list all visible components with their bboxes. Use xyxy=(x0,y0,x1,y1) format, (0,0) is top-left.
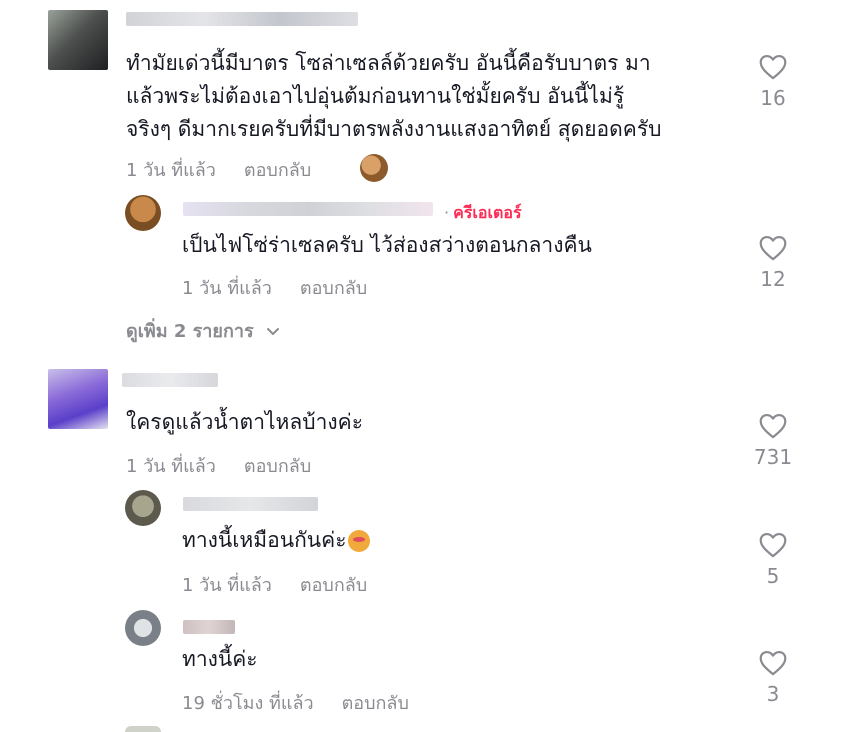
crying-face-icon xyxy=(348,530,371,552)
username[interactable] xyxy=(126,12,358,26)
timestamp: 1 วัน ที่แล้ว xyxy=(182,575,272,596)
timestamp: 1 วัน ที่แล้ว xyxy=(126,456,216,477)
like-button[interactable]: 731 xyxy=(753,412,793,469)
reply-text: ทางนี้เหมือนกันค่ะ xyxy=(182,524,371,557)
avatar[interactable] xyxy=(125,610,161,646)
avatar[interactable] xyxy=(125,195,161,231)
avatar[interactable] xyxy=(48,10,108,70)
creator-badge: · ครีเอเตอร์ xyxy=(444,203,522,222)
timestamp: 1 วัน ที่แล้ว xyxy=(182,278,272,299)
reply-text-content: ทางนี้เหมือนกันค่ะ xyxy=(182,528,347,552)
like-button[interactable]: 16 xyxy=(753,53,793,110)
reply-meta: 1 วัน ที่แล้ว ตอบกลับ xyxy=(182,570,395,599)
username[interactable] xyxy=(183,497,318,511)
heart-icon xyxy=(759,54,787,80)
heart-icon xyxy=(759,532,787,558)
like-button[interactable]: 5 xyxy=(753,531,793,588)
like-count: 5 xyxy=(766,564,780,588)
like-count: 731 xyxy=(753,445,793,469)
heart-icon xyxy=(759,650,787,676)
username[interactable] xyxy=(183,202,433,216)
reply-text: ทางนี้ค่ะ xyxy=(182,647,258,671)
reply-meta: 19 ชั่วโมง ที่แล้ว ตอบกลับ xyxy=(182,688,437,717)
comment-meta: 1 วัน ที่แล้ว ตอบกลับ xyxy=(126,155,339,184)
timestamp: 19 ชั่วโมง ที่แล้ว xyxy=(182,693,314,714)
sticker-icon xyxy=(360,154,388,182)
avatar[interactable] xyxy=(125,726,161,732)
reply-button[interactable]: ตอบกลับ xyxy=(244,456,311,477)
view-more-replies-button[interactable]: ดูเพิ่ม 2 รายการ xyxy=(126,316,280,345)
comment-meta: 1 วัน ที่แล้ว ตอบกลับ xyxy=(126,451,339,480)
reply-button[interactable]: ตอบกลับ xyxy=(300,575,367,596)
username[interactable] xyxy=(183,620,235,634)
like-count: 12 xyxy=(760,267,786,291)
comment-text-line: ทำมัยเด่วนี้มีบาตร โซล่าเซลล์ด้วยครับ อั… xyxy=(126,51,651,75)
comment-text: ใครดูแล้วน้ำตาไหลบ้างค่ะ xyxy=(126,410,363,434)
timestamp: 1 วัน ที่แล้ว xyxy=(126,160,216,181)
like-button[interactable]: 12 xyxy=(753,234,793,291)
avatar[interactable] xyxy=(125,490,161,526)
comment-text-line: แล้วพระไม่ต้องเอาไปอุ่นต้มก่อนทานใช่มั้ย… xyxy=(126,84,625,108)
like-count: 16 xyxy=(760,86,786,110)
avatar[interactable] xyxy=(48,369,108,429)
username[interactable] xyxy=(122,373,218,387)
heart-icon xyxy=(759,413,787,439)
like-button[interactable]: 3 xyxy=(753,649,793,706)
reply-text: เป็นไฟโซ่ร่าเซลครับ ไว้ส่องสว่างตอนกลางค… xyxy=(182,233,592,257)
heart-icon xyxy=(759,235,787,261)
comment-text: ทำมัยเด่วนี้มีบาตร โซล่าเซลล์ด้วยครับ อั… xyxy=(126,47,661,146)
like-count: 3 xyxy=(766,682,780,706)
reply-button[interactable]: ตอบกลับ xyxy=(300,278,367,299)
comment-text-line: จริงๆ ดีมากเรยครับที่มีบาตรพลังงานแสงอาท… xyxy=(126,117,662,141)
reply-meta: 1 วัน ที่แล้ว ตอบกลับ xyxy=(182,273,395,302)
chevron-down-icon xyxy=(266,328,279,335)
reply-button[interactable]: ตอบกลับ xyxy=(342,693,409,714)
reply-button[interactable]: ตอบกลับ xyxy=(244,160,311,181)
